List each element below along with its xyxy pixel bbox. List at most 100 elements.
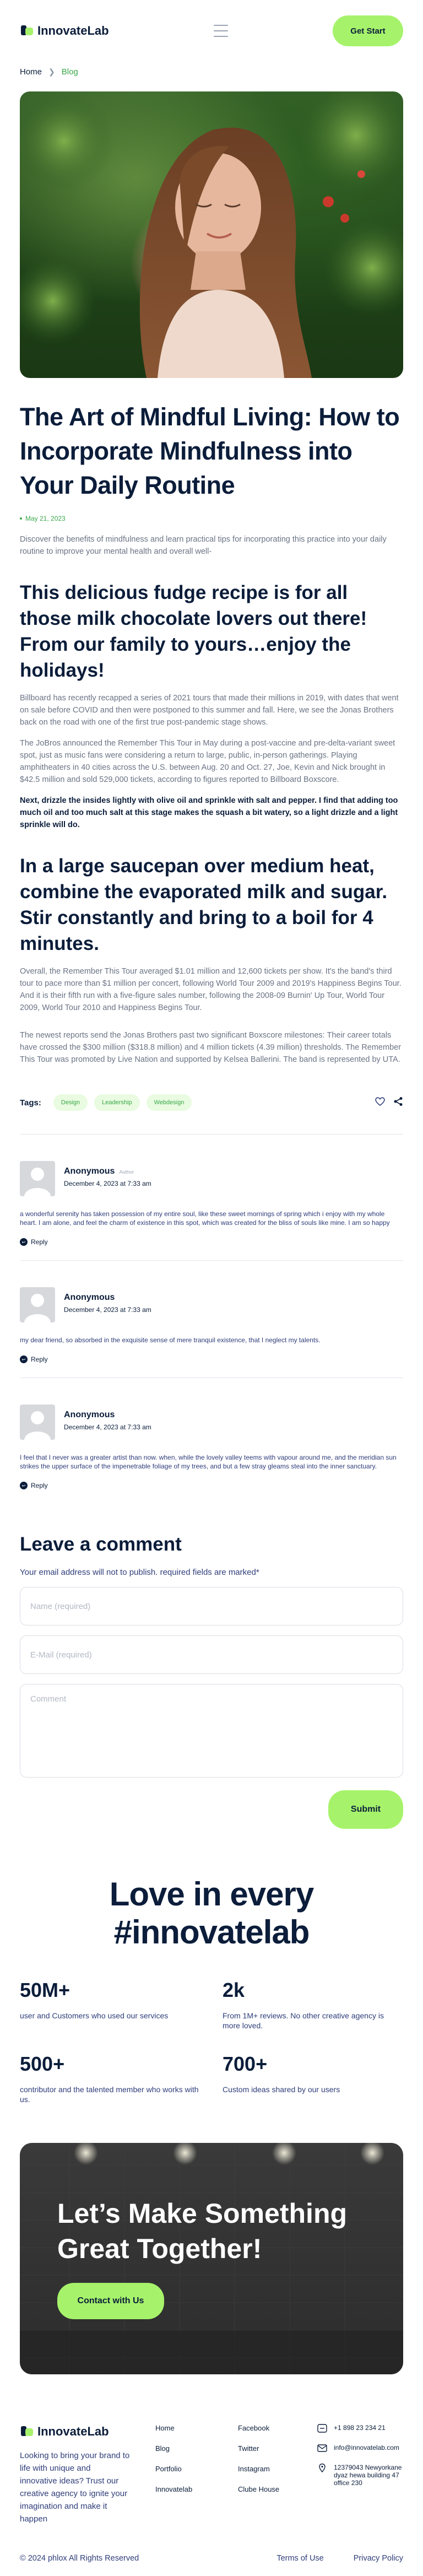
reply-label: Reply xyxy=(31,1482,48,1489)
stat-desc: user and Customers who used our services xyxy=(20,2011,169,2020)
hero-image xyxy=(20,91,403,378)
breadcrumb: Home ❯ Blog xyxy=(20,62,403,82)
avatar xyxy=(20,1405,55,1440)
stat-value: 2k xyxy=(223,1979,245,2001)
article-paragraph-4: Overall, the Remember This Tour averaged… xyxy=(20,967,402,1012)
comment-author: Anonymous Author xyxy=(64,1167,151,1176)
footer-link-home[interactable]: Home xyxy=(155,2424,238,2432)
location-icon xyxy=(317,2463,327,2473)
comments-list: Anonymous Author December 4, 2023 at 7:33… xyxy=(20,1135,403,1489)
article-paragraph-1: Billboard has recently recapped a series… xyxy=(20,694,399,727)
footer-brand: InnovateLab Looking to bring your brand … xyxy=(20,2424,155,2525)
logo-icon xyxy=(20,2424,35,2439)
footer-social: Facebook Twitter Instagram Clube House xyxy=(238,2424,317,2525)
reply-label: Reply xyxy=(31,1238,48,1246)
reply-button[interactable]: ↩ Reply xyxy=(20,1355,403,1363)
share-actions xyxy=(375,1097,403,1109)
contact-email[interactable]: info@innovatelab.com xyxy=(317,2444,403,2453)
article-title: The Art of Mindful Living: How to Incorp… xyxy=(20,403,400,499)
submit-button[interactable]: Submit xyxy=(328,1790,403,1829)
breadcrumb-current: Blog xyxy=(61,67,78,77)
comment-text: a wonderful serenity has taken possessio… xyxy=(20,1210,390,1227)
stat-item: 700+ Custom ideas shared by our users xyxy=(223,2053,403,2104)
avatar xyxy=(20,1161,55,1196)
comment-field[interactable] xyxy=(20,1684,403,1778)
get-start-button[interactable]: Get Start xyxy=(332,15,403,46)
comment-form-note: Your email address will not to publish. … xyxy=(20,1568,259,1577)
menu-icon[interactable] xyxy=(213,25,228,37)
logo-text: InnovateLab xyxy=(37,2424,109,2438)
tags: Tags: Design Leadership Webdesign xyxy=(20,1094,192,1111)
heart-icon[interactable] xyxy=(375,1097,386,1109)
mail-icon xyxy=(317,2444,327,2453)
share-icon[interactable] xyxy=(393,1097,403,1109)
terms-link[interactable]: Terms of Use xyxy=(276,2554,323,2563)
footer-link-innovatelab[interactable]: Innovatelab xyxy=(155,2485,238,2493)
logo-text: InnovateLab xyxy=(37,24,109,37)
reply-button[interactable]: ↩ Reply xyxy=(20,1238,403,1246)
comment-author-name: Anonymous xyxy=(64,1410,115,1419)
article-lead: Discover the benefits of mindfulness and… xyxy=(20,535,387,556)
comment-form: Submit xyxy=(20,1577,403,1829)
phone-icon xyxy=(317,2424,327,2433)
comment-author-name: Anonymous xyxy=(64,1293,115,1302)
stat-desc: From 1M+ reviews. No other creative agen… xyxy=(223,2011,384,2030)
stat-item: 50M+ user and Customers who used our ser… xyxy=(20,1979,200,2030)
footer-link-twitter[interactable]: Twitter xyxy=(238,2444,317,2453)
contact-phone-text: +1 898 23 234 21 xyxy=(334,2424,386,2432)
privacy-link[interactable]: Privacy Policy xyxy=(354,2554,403,2563)
contact-button[interactable]: Contact with Us xyxy=(57,2283,164,2319)
site-footer: InnovateLab Looking to bring your brand … xyxy=(20,2424,403,2576)
stats-grid: 50M+ user and Customers who used our ser… xyxy=(20,1979,403,2104)
logo[interactable]: InnovateLab xyxy=(20,23,109,39)
article-paragraph-2: The JoBros announced the Remember This T… xyxy=(20,739,395,784)
stat-value: 500+ xyxy=(20,2053,65,2075)
logo-icon xyxy=(20,23,35,39)
comment-date: December 4, 2023 at 7:33 am xyxy=(64,1180,151,1187)
comment-author-name: Anonymous xyxy=(64,1167,115,1176)
site-header: InnovateLab Get Start xyxy=(0,0,423,62)
contact-phone[interactable]: +1 898 23 234 21 xyxy=(317,2424,403,2433)
article-date-text: May 21, 2023 xyxy=(25,515,66,522)
stat-desc: Custom ideas shared by our users xyxy=(223,2085,340,2094)
comment-item: Anonymous Author December 4, 2023 at 7:33… xyxy=(20,1135,403,1261)
dot-icon xyxy=(20,517,22,520)
comment-text: my dear friend, so absorbed in the exqui… xyxy=(20,1336,321,1344)
comment-item: Anonymous December 4, 2023 at 7:33 am my… xyxy=(20,1261,403,1378)
article-heading-2: In a large saucepan over medium heat, co… xyxy=(20,855,388,954)
article-heading-1: This delicious fudge recipe is for all t… xyxy=(20,582,367,681)
tags-label: Tags: xyxy=(20,1098,41,1108)
comment-date: December 4, 2023 at 7:33 am xyxy=(64,1423,151,1431)
stat-value: 700+ xyxy=(223,2053,268,2075)
contact-email-text: info@innovatelab.com xyxy=(334,2444,399,2451)
reply-button[interactable]: ↩ Reply xyxy=(20,1482,403,1489)
stat-item: 2k From 1M+ reviews. No other creative a… xyxy=(223,1979,403,2030)
contact-address: 12379043 Newyorkane dyaz hewa building 4… xyxy=(317,2463,403,2487)
reply-icon: ↩ xyxy=(20,1482,28,1489)
footer-link-facebook[interactable]: Facebook xyxy=(238,2424,317,2432)
comment-date: December 4, 2023 at 7:33 am xyxy=(64,1306,151,1314)
article-paragraph-5: The newest reports send the Jonas Brothe… xyxy=(20,1031,402,1064)
comment-form-title: Leave a comment xyxy=(20,1533,182,1555)
tags-row: Tags: Design Leadership Webdesign xyxy=(20,1094,403,1111)
footer-logo[interactable]: InnovateLab xyxy=(20,2424,155,2439)
email-field[interactable] xyxy=(20,1635,403,1674)
tag-design[interactable]: Design xyxy=(53,1094,88,1111)
footer-link-clubhouse[interactable]: Clube House xyxy=(238,2485,317,2493)
tag-webdesign[interactable]: Webdesign xyxy=(146,1094,192,1111)
author-badge: Author xyxy=(119,1169,134,1175)
reply-icon: ↩ xyxy=(20,1238,28,1246)
breadcrumb-home[interactable]: Home xyxy=(20,67,42,77)
avatar xyxy=(20,1287,55,1322)
contact-address-text: 12379043 Newyorkane dyaz hewa building 4… xyxy=(334,2464,402,2487)
name-field[interactable] xyxy=(20,1587,403,1625)
footer-link-blog[interactable]: Blog xyxy=(155,2444,238,2453)
comment-item: Anonymous December 4, 2023 at 7:33 am I … xyxy=(20,1378,403,1489)
footer-bottom-bar: © 2024 phlox All Rights Reserved Terms o… xyxy=(20,2542,403,2576)
footer-contact: +1 898 23 234 21 info@innovatelab.com 12… xyxy=(317,2424,403,2525)
reply-label: Reply xyxy=(31,1355,48,1363)
stat-value: 50M+ xyxy=(20,1979,70,2001)
tag-leadership[interactable]: Leadership xyxy=(94,1094,140,1111)
cta-title: Let’s Make Something Great Together! xyxy=(57,2198,348,2264)
chevron-right-icon: ❯ xyxy=(48,67,55,76)
